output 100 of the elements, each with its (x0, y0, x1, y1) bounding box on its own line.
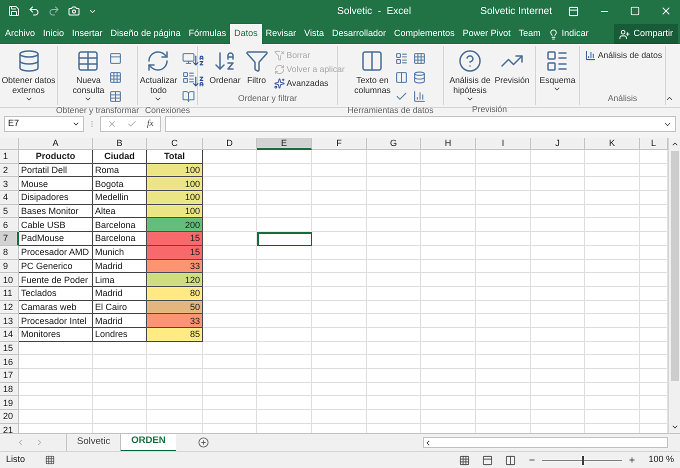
grid-icon[interactable] (107, 69, 124, 85)
row-header[interactable]: 4 (0, 191, 19, 205)
formula-field[interactable] (164, 116, 676, 132)
user-name: Solvetic Internet (480, 4, 552, 18)
table-cell (257, 328, 312, 342)
table-cell (203, 164, 257, 178)
row-header[interactable]: 7 (0, 232, 19, 246)
ribbon-tab[interactable]: Team (514, 24, 545, 44)
connection-icon[interactable] (180, 50, 196, 66)
relations-icon[interactable] (412, 69, 428, 85)
properties-icon[interactable] (180, 69, 196, 85)
name-box[interactable]: E7 (4, 116, 84, 132)
flash-fill-icon[interactable] (394, 50, 410, 66)
ribbon-tab[interactable]: Complementos (390, 24, 459, 44)
column-header[interactable]: H (421, 138, 476, 150)
ribbon-button[interactable]: Actualizar todo (138, 46, 178, 104)
table-cell: Producto (19, 150, 93, 164)
ribbon-tab[interactable]: Vista (300, 24, 328, 44)
ribbon-tab[interactable]: Insertar (68, 24, 107, 44)
ribbon-small-button[interactable]: Avanzadas (274, 78, 345, 89)
ribbon-small-button[interactable]: Análisis de datos (584, 50, 662, 61)
group-label: Herramientas de datos (348, 104, 434, 116)
column-header[interactable]: B (93, 138, 147, 150)
column-header[interactable]: C (147, 138, 203, 150)
row-header[interactable]: 8 (0, 246, 19, 260)
ribbon-button[interactable]: Análisis de hipótesis (448, 46, 492, 103)
ribbon-button[interactable]: Nueva consulta (72, 46, 106, 104)
row-header[interactable]: 6 (0, 218, 19, 232)
table-cell (421, 396, 476, 410)
ribbon-button[interactable]: Ordenar (208, 46, 242, 92)
row-header[interactable]: 18 (0, 382, 19, 396)
row-header[interactable]: 19 (0, 396, 19, 410)
vertical-scrollbar[interactable] (668, 138, 680, 433)
table-cell (312, 164, 367, 178)
horizontal-scrollbar[interactable] (423, 437, 668, 448)
share-button[interactable]: Compartir (614, 24, 678, 44)
column-header[interactable]: F (312, 138, 367, 150)
links-icon[interactable] (180, 88, 196, 104)
row-header[interactable]: 11 (0, 286, 19, 301)
ribbon-tab[interactable]: Power Pivot (458, 24, 515, 44)
column-header[interactable]: J (531, 138, 585, 150)
table-cell (531, 328, 585, 342)
table-cell: Ciudad (93, 150, 147, 164)
model-icon[interactable] (412, 88, 428, 104)
column-header[interactable]: G (367, 138, 421, 150)
ribbon-tab[interactable]: Datos (230, 24, 262, 44)
table-cell (93, 342, 147, 356)
column-header[interactable]: E (257, 138, 312, 150)
column-header[interactable]: I (476, 138, 531, 150)
insert-function-button[interactable]: fx (147, 117, 154, 131)
row-header[interactable]: 14 (0, 328, 19, 342)
column-header[interactable]: K (585, 138, 640, 150)
zoom-level[interactable]: 100 % (648, 453, 674, 467)
duplicates-icon[interactable] (394, 69, 410, 85)
ribbon-button[interactable]: Filtro (244, 46, 270, 92)
ribbon-tab[interactable]: Revisar (262, 24, 300, 44)
sheet-tab[interactable]: ORDEN (120, 434, 176, 452)
row-header[interactable]: 2 (0, 164, 19, 178)
ribbon-tab[interactable]: Fórmulas (184, 24, 230, 44)
row-header[interactable]: 16 (0, 355, 19, 369)
row-header[interactable]: 5 (0, 204, 19, 218)
page-break-icon (505, 454, 516, 466)
row-header[interactable]: 1 (0, 150, 19, 164)
table-cell (531, 314, 585, 328)
table-cell (476, 396, 531, 410)
table-cell: 15 (147, 232, 203, 246)
row-header[interactable]: 3 (0, 177, 19, 192)
scroll-up-icon (670, 140, 678, 148)
table-cell (531, 355, 585, 369)
row-header[interactable]: 10 (0, 273, 19, 287)
query-icon[interactable] (107, 50, 124, 66)
table-cell (585, 410, 640, 424)
table-cell (421, 150, 476, 164)
ribbon-button[interactable]: Previsión (494, 46, 531, 103)
column-header[interactable]: A (19, 138, 93, 150)
consolidate-icon[interactable] (412, 50, 428, 66)
tell-me-button[interactable]: Indicar (544, 24, 592, 44)
row-header[interactable]: 9 (0, 260, 19, 274)
macro-record-icon (45, 455, 56, 465)
table-cell (147, 410, 203, 424)
row-header[interactable]: 20 (0, 410, 19, 424)
ribbon-tab[interactable]: Desarrollador (328, 24, 390, 44)
table-cell: PC Generico (19, 260, 93, 274)
ribbon-button[interactable]: Esquema (538, 46, 576, 93)
row-header[interactable]: 15 (0, 342, 19, 356)
active-cell[interactable] (257, 232, 312, 246)
table-cell (93, 396, 147, 410)
table-cell (203, 410, 257, 424)
table-cell (585, 369, 640, 383)
recent-table-icon[interactable] (107, 88, 124, 104)
row-header[interactable]: 13 (0, 314, 19, 328)
row-header[interactable]: 17 (0, 369, 19, 383)
normal-view-icon (459, 454, 470, 466)
row-header[interactable]: 12 (0, 300, 19, 314)
table-cell (257, 260, 312, 274)
ribbon-tab[interactable]: Diseño de página (106, 24, 185, 44)
ribbon-tab[interactable]: Inicio (39, 24, 68, 44)
ribbon-tab[interactable]: Archivo (1, 24, 40, 44)
ribbon-button[interactable]: Obtener datos externos (0, 46, 56, 103)
ribbon-button[interactable]: Texto en columnas (353, 46, 392, 104)
